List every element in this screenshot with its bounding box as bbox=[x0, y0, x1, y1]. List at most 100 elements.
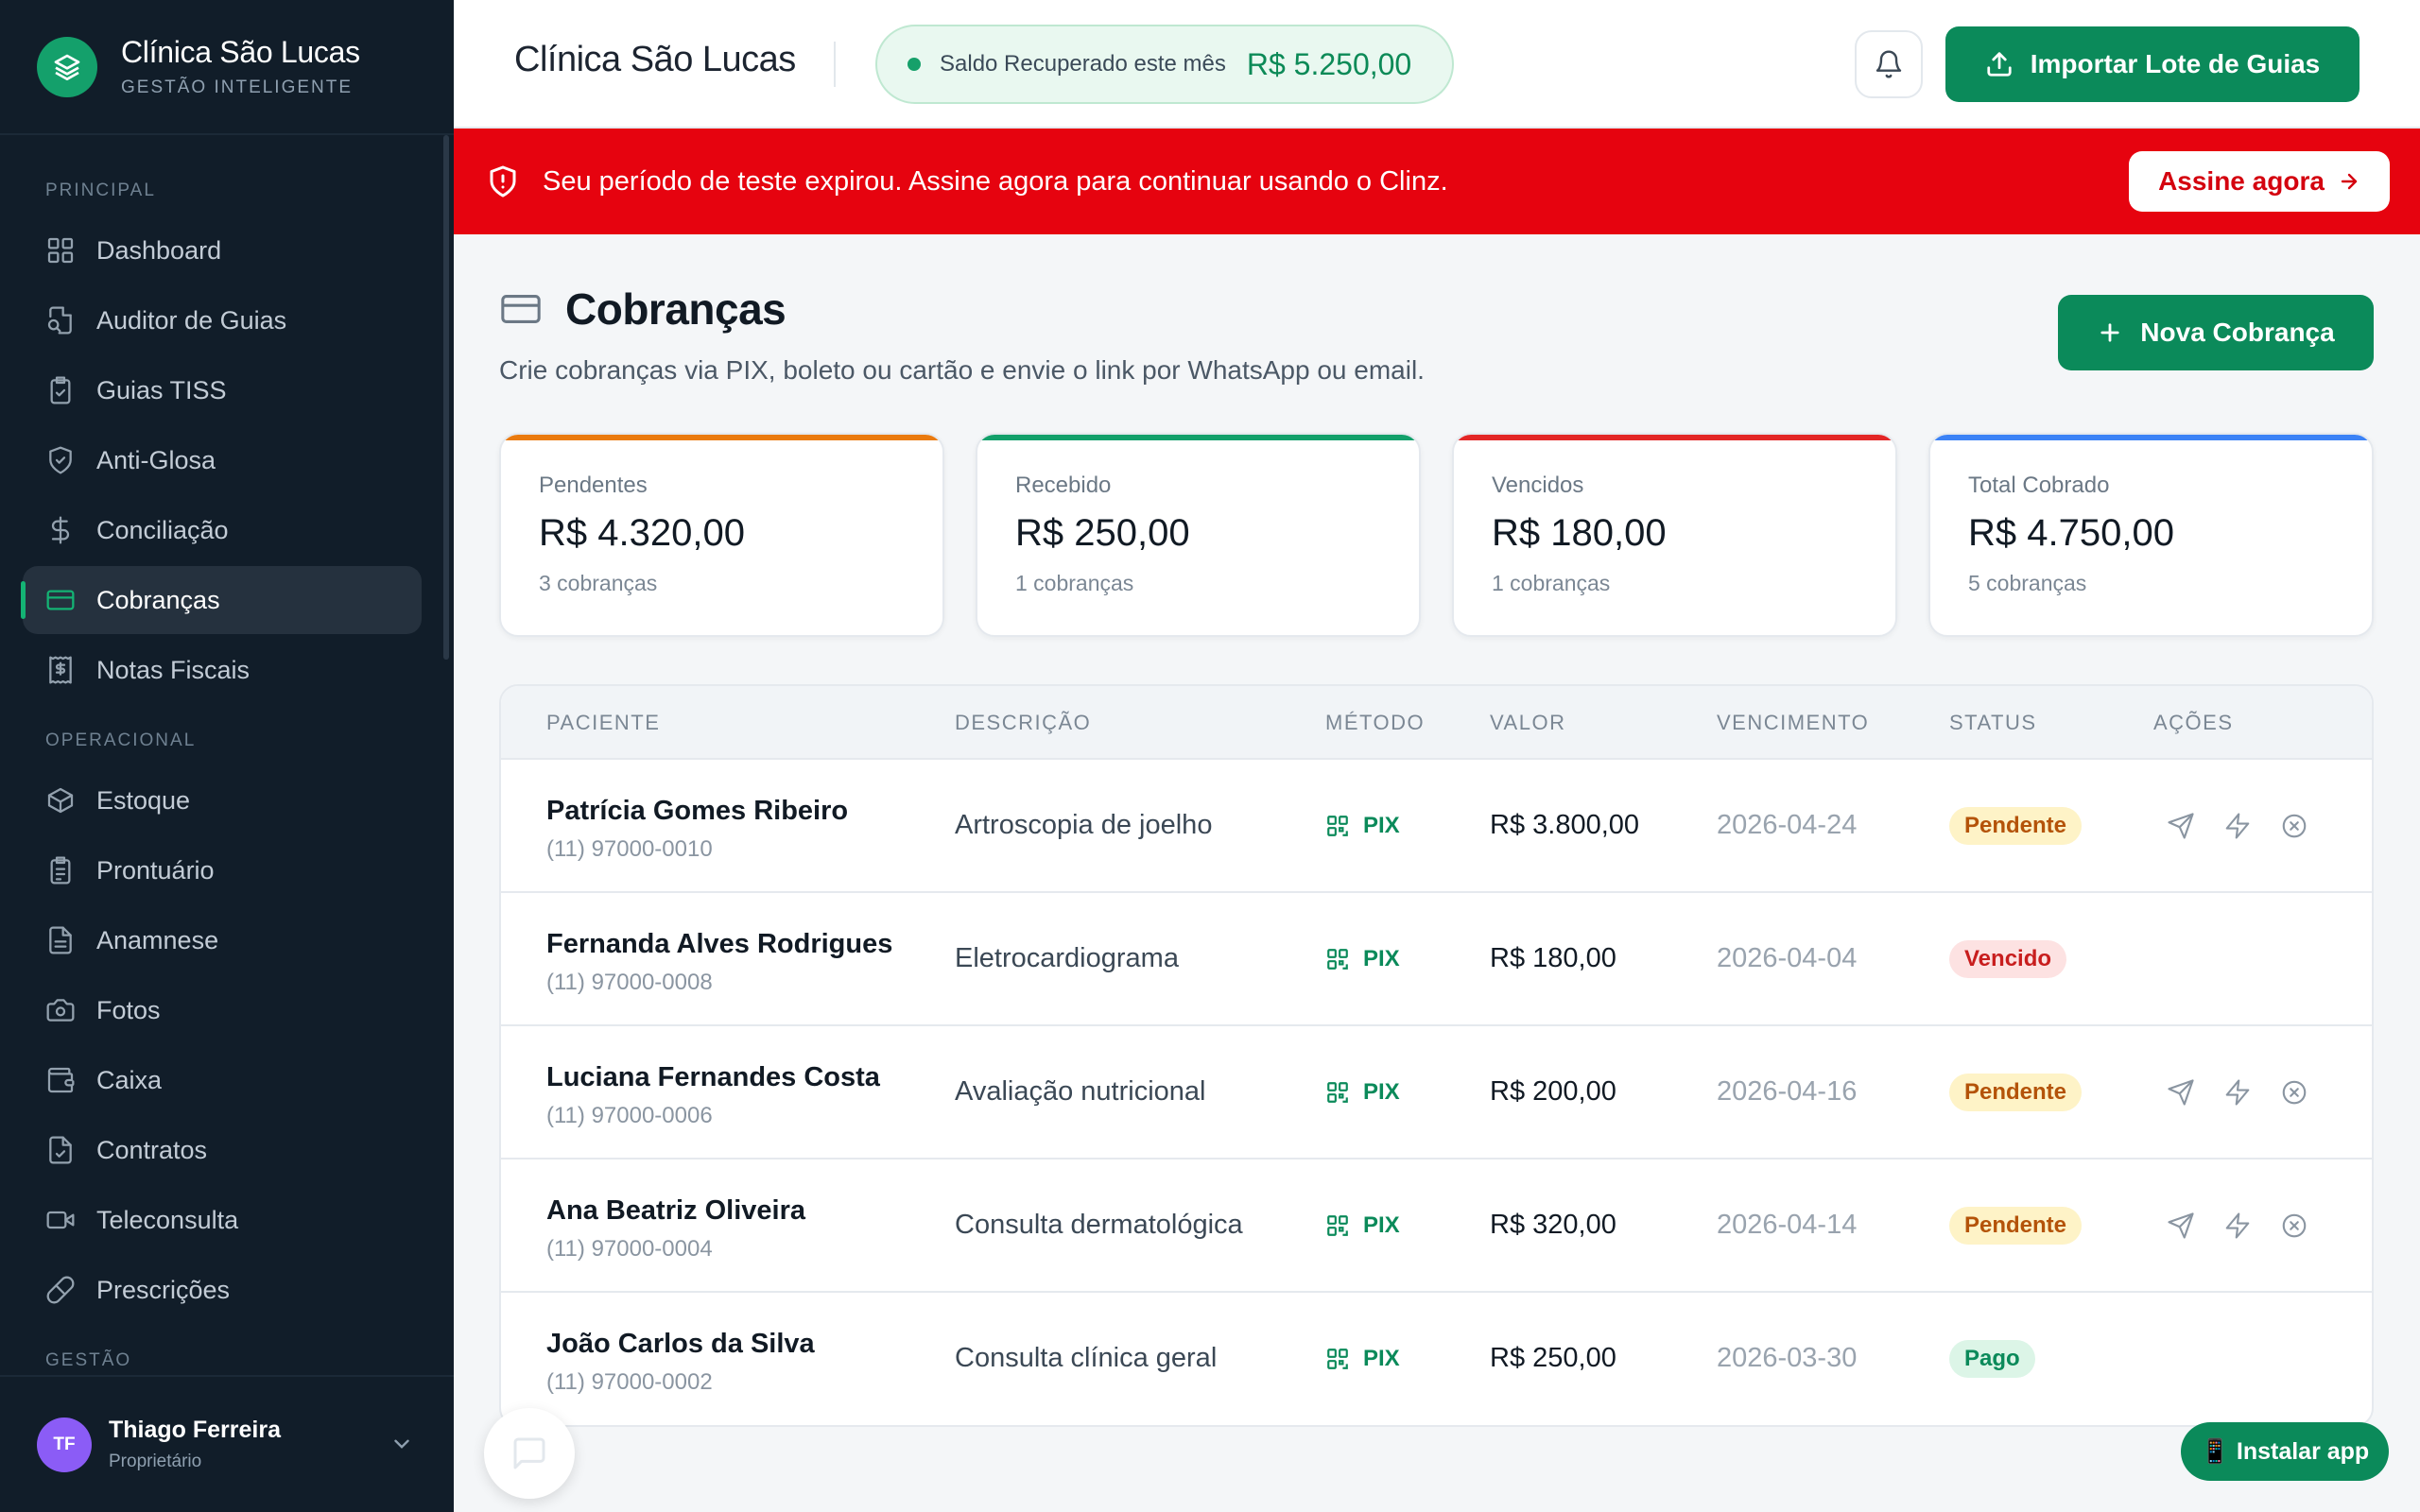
zap-icon[interactable] bbox=[2223, 1078, 2252, 1107]
column-header: STATUS bbox=[1949, 711, 2037, 734]
zap-icon[interactable] bbox=[2223, 1211, 2252, 1240]
cancel-circle-icon[interactable] bbox=[2280, 1078, 2308, 1107]
table-row[interactable]: Luciana Fernandes Costa (11) 97000-0006 Av… bbox=[501, 1026, 2372, 1160]
install-app-button[interactable]: 📱 Instalar app bbox=[2181, 1422, 2389, 1481]
summary-card: Total Cobrado R$ 4.750,00 5 cobranças bbox=[1928, 433, 2374, 637]
payment-method: PIX bbox=[1325, 1079, 1400, 1106]
card-count: 1 cobranças bbox=[1492, 571, 1611, 595]
sidebar-item-notas-fiscais[interactable]: Notas Fiscais bbox=[23, 636, 422, 704]
sidebar-item-dashboard[interactable]: Dashboard bbox=[23, 216, 422, 284]
pill-icon bbox=[46, 1276, 75, 1304]
qr-code-icon bbox=[1327, 949, 1348, 970]
charges-table: PACIENTE DESCRIÇÃO MÉTODO VALOR VENCIMENTO ST… bbox=[499, 684, 2374, 1427]
sidebar-item-contratos[interactable]: Contratos bbox=[23, 1116, 422, 1184]
qr-code-icon bbox=[1327, 1349, 1348, 1369]
status-dot-icon bbox=[908, 58, 921, 71]
patient-name: Patrícia Gomes Ribeiro bbox=[546, 796, 849, 826]
column-header: AÇÕES bbox=[2153, 711, 2234, 734]
column-header: VENCIMENTO bbox=[1717, 711, 1870, 734]
status-cell: Pendente bbox=[1949, 1207, 2083, 1245]
bell-icon bbox=[1876, 50, 1902, 78]
payment-method: PIX bbox=[1325, 1212, 1400, 1239]
due-date: 2026-04-24 bbox=[1717, 810, 1858, 840]
user-menu[interactable]: TF Thiago Ferreira Proprietário bbox=[0, 1375, 454, 1512]
status-badge: Pago bbox=[1949, 1340, 2035, 1378]
sidebar-scrollbar[interactable] bbox=[443, 135, 449, 660]
sidebar-item-cobrancas[interactable]: Cobranças bbox=[21, 566, 422, 634]
send-icon[interactable] bbox=[2167, 1211, 2195, 1240]
status-cell: Pendente bbox=[1949, 1074, 2083, 1111]
page-title: Cobranças bbox=[565, 284, 786, 334]
subscribe-label: Assine agora bbox=[2158, 166, 2325, 196]
patient-name: Luciana Fernandes Costa bbox=[546, 1062, 880, 1092]
sidebar-item-estoque[interactable]: Estoque bbox=[23, 766, 422, 834]
sidebar-item-guias-tiss[interactable]: Guias TISS bbox=[23, 356, 422, 424]
status-badge: Vencido bbox=[1949, 940, 2067, 978]
trial-expired-banner: Seu período de teste expirou. Assine ago… bbox=[454, 129, 2420, 234]
card-label: Recebido bbox=[1015, 472, 1112, 498]
payment-method-label: PIX bbox=[1363, 946, 1400, 971]
status-cell: Pendente bbox=[1949, 807, 2083, 845]
card-value: R$ 4.750,00 bbox=[1968, 512, 2174, 554]
import-batch-label: Importar Lote de Guias bbox=[2030, 49, 2321, 78]
patient-phone: (11) 97000-0006 bbox=[546, 1103, 713, 1128]
status-badge: Pendente bbox=[1949, 1074, 2083, 1111]
sidebar-item-caixa[interactable]: Caixa bbox=[23, 1046, 422, 1114]
sidebar-item-prontuario[interactable]: Prontuário bbox=[23, 836, 422, 904]
qr-code-icon bbox=[1327, 1082, 1348, 1103]
send-icon[interactable] bbox=[2167, 1078, 2195, 1107]
chevron-down-icon[interactable] bbox=[389, 1432, 414, 1456]
table-row[interactable]: Patrícia Gomes Ribeiro (11) 97000-0010 Art… bbox=[501, 760, 2372, 893]
zap-icon[interactable] bbox=[2223, 812, 2252, 840]
brand-name: Clínica São Lucas bbox=[121, 35, 360, 69]
patient-phone: (11) 97000-0004 bbox=[546, 1236, 713, 1262]
status-cell: Vencido bbox=[1949, 940, 2067, 978]
amount: R$ 3.800,00 bbox=[1490, 810, 1640, 840]
layers-icon bbox=[37, 36, 97, 97]
status-badge: Pendente bbox=[1949, 1207, 2083, 1245]
notifications-button[interactable] bbox=[1855, 30, 1923, 98]
subscribe-button[interactable]: Assine agora bbox=[2129, 151, 2390, 212]
import-batch-button[interactable]: Importar Lote de Guias bbox=[1945, 26, 2360, 102]
saldo-value: R$ 5.250,00 bbox=[1246, 46, 1412, 81]
file-search-icon bbox=[47, 306, 72, 335]
table-row[interactable]: Ana Beatriz Oliveira (11) 97000-0004 Consu… bbox=[501, 1160, 2372, 1293]
description: Consulta clínica geral bbox=[955, 1343, 1218, 1373]
wallet-icon bbox=[47, 1067, 75, 1093]
row-actions bbox=[2167, 1211, 2337, 1240]
sidebar-item-anamnese[interactable]: Anamnese bbox=[23, 906, 422, 974]
avatar: TF bbox=[37, 1417, 92, 1472]
cancel-circle-icon[interactable] bbox=[2280, 812, 2308, 840]
sidebar-section-title: OPERACIONAL bbox=[45, 730, 197, 750]
column-header: MÉTODO bbox=[1325, 711, 1426, 734]
sidebar-item-prescricoes[interactable]: Prescrições bbox=[23, 1256, 422, 1324]
due-date: 2026-04-14 bbox=[1717, 1210, 1858, 1240]
sidebar-item-auditor-de-guias[interactable]: Auditor de Guias bbox=[23, 286, 422, 354]
sidebar-item-label: Prescrições bbox=[96, 1275, 231, 1304]
credit-card-icon bbox=[501, 295, 541, 323]
status-badge: Pendente bbox=[1949, 807, 2083, 845]
sidebar-item-conciliacao[interactable]: Conciliação bbox=[23, 496, 422, 564]
description: Avaliação nutricional bbox=[955, 1076, 1206, 1107]
patient-phone: (11) 97000-0008 bbox=[546, 970, 713, 995]
patient-cell: Patrícia Gomes Ribeiro (11) 97000-0010 bbox=[546, 796, 848, 863]
summary-cards: Pendentes R$ 4.320,00 3 cobranças Recebido R… bbox=[499, 433, 2374, 637]
sidebar-item-teleconsulta[interactable]: Teleconsulta bbox=[23, 1186, 422, 1254]
table-row[interactable]: João Carlos da Silva (11) 97000-0002 Consu… bbox=[501, 1293, 2372, 1425]
row-actions bbox=[2167, 812, 2337, 840]
sidebar-nav: PRINCIPAL Dashboard Auditor de Guias Guias … bbox=[0, 135, 444, 1375]
sidebar-item-fotos[interactable]: Fotos bbox=[23, 976, 422, 1044]
brand[interactable]: Clínica São Lucas GESTÃO INTELIGENTE bbox=[0, 0, 454, 135]
card-count: 5 cobranças bbox=[1968, 571, 2087, 595]
sidebar-item-label: Fotos bbox=[96, 995, 161, 1024]
header-divider bbox=[834, 42, 836, 87]
new-charge-button[interactable]: Nova Cobrança bbox=[2058, 295, 2374, 370]
upload-icon bbox=[1987, 52, 2012, 77]
cancel-circle-icon[interactable] bbox=[2280, 1211, 2308, 1240]
sidebar-item-anti-glosa[interactable]: Anti-Glosa bbox=[23, 426, 422, 494]
chat-button[interactable] bbox=[484, 1408, 575, 1499]
table-row[interactable]: Fernanda Alves Rodrigues (11) 97000-0008 E… bbox=[501, 893, 2372, 1026]
send-icon[interactable] bbox=[2167, 812, 2195, 840]
saldo-recuperado-pill: Saldo Recuperado este mês R$ 5.250,00 bbox=[875, 25, 1454, 104]
clipboard-check-icon bbox=[50, 376, 71, 404]
